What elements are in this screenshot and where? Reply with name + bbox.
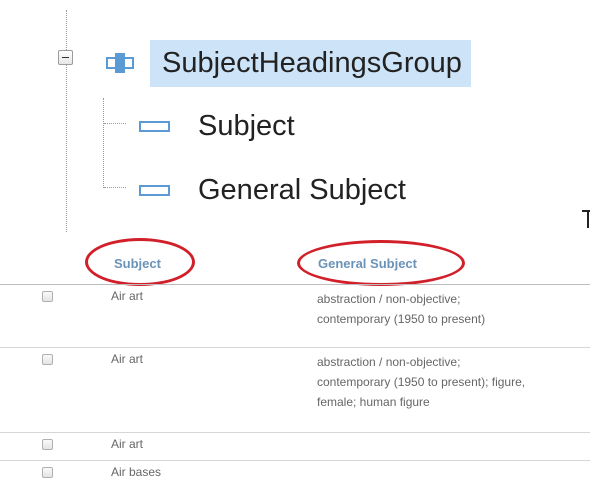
cell-subject: Air art	[111, 437, 144, 451]
tree-connector-children	[103, 98, 104, 188]
row-checkbox[interactable]	[42, 467, 53, 478]
row-divider	[0, 347, 590, 348]
cell-subject: Air art	[111, 289, 144, 303]
tree-connector-branch	[104, 123, 126, 124]
subject-tree: SubjectHeadingsGroup Subject General Sub…	[0, 0, 590, 232]
field-node-icon	[139, 185, 170, 196]
tree-node-subject[interactable]: Subject	[198, 108, 295, 144]
header-divider	[0, 284, 590, 285]
tree-node-subject-headings-group[interactable]: SubjectHeadingsGroup	[150, 40, 471, 87]
cell-subject: Air bases	[111, 465, 162, 479]
cell-subject: Air art	[111, 352, 144, 366]
row-checkbox[interactable]	[42, 354, 53, 365]
row-checkbox[interactable]	[42, 291, 53, 302]
group-node-icon	[106, 53, 134, 73]
tree-connector-branch	[104, 187, 126, 188]
cropped-edge-glyph	[582, 208, 590, 232]
field-node-icon	[139, 121, 170, 132]
cell-general-subject: abstraction / non-objective; contemporar…	[317, 292, 486, 326]
annotation-circle-subject	[85, 238, 195, 286]
row-divider	[0, 432, 590, 433]
results-grid: Subject General Subject Air art abstract…	[0, 232, 590, 481]
row-divider	[0, 460, 590, 461]
annotation-circle-general-subject	[297, 240, 465, 286]
tree-node-general-subject[interactable]: General Subject	[198, 172, 406, 208]
tree-connector-root	[66, 10, 67, 232]
cell-general-subject: abstraction / non-objective; contemporar…	[317, 355, 526, 409]
minus-expander-icon[interactable]	[58, 50, 73, 65]
row-checkbox[interactable]	[42, 439, 53, 450]
